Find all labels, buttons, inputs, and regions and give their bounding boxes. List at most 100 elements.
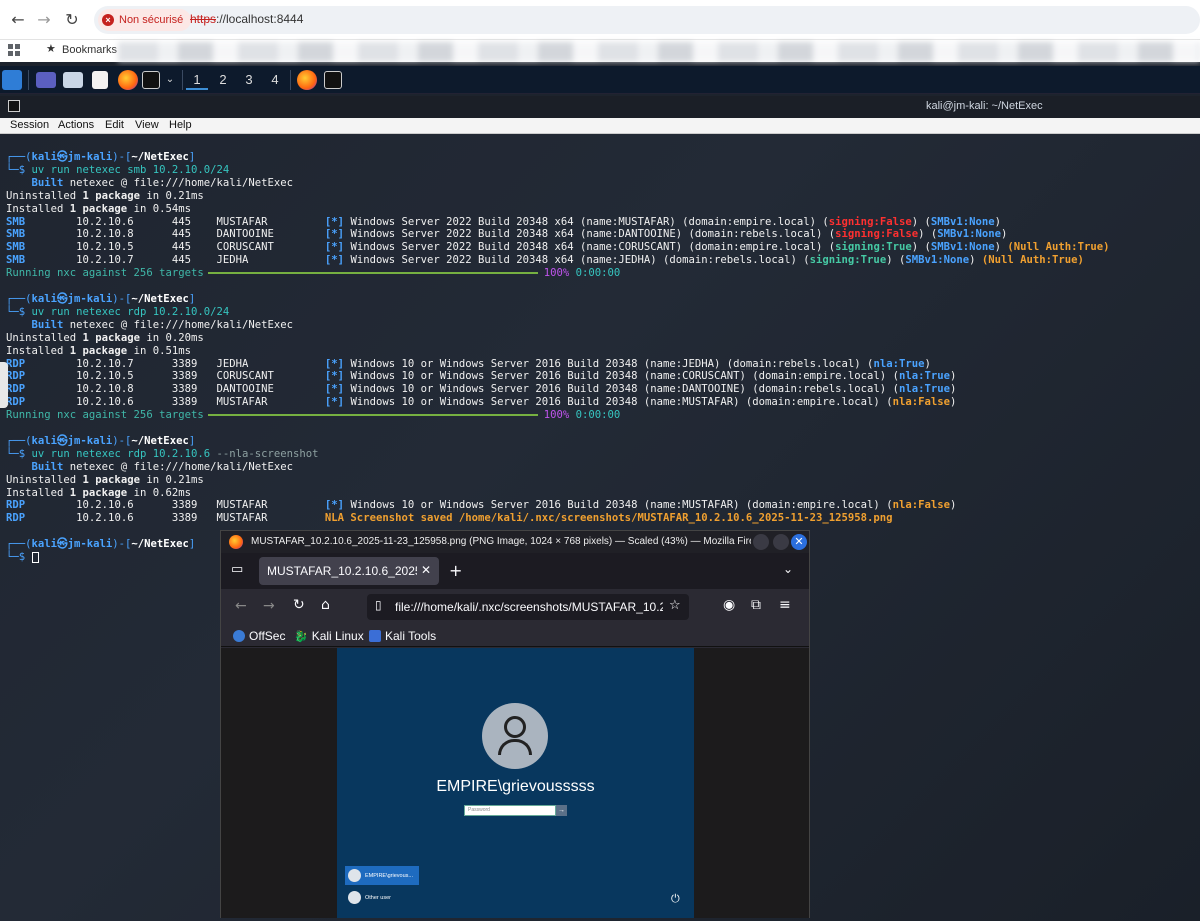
terminal-icon[interactable] — [142, 71, 160, 89]
menu-session[interactable]: Session — [10, 119, 49, 131]
star-icon[interactable]: ☆ — [669, 598, 681, 613]
menu-actions[interactable]: Actions — [58, 119, 94, 131]
menu-help[interactable]: Help — [169, 119, 192, 131]
terminal-window-icon — [8, 100, 20, 112]
security-chip[interactable]: × Non sécurisé — [98, 9, 192, 31]
security-chip-label: Non sécurisé — [119, 14, 184, 26]
side-panel-handle[interactable] — [0, 362, 8, 408]
firefox-task-icon[interactable] — [297, 70, 317, 90]
bookmark-offsec[interactable]: OffSec — [233, 629, 285, 643]
firefox-window: MUSTAFAR_10.2.10.6_2025-11-23_125958.png… — [220, 530, 810, 918]
maximize-button[interactable] — [773, 534, 789, 550]
install-line: Installed 1 package in 0.54ms — [6, 202, 191, 215]
back-icon[interactable]: ← — [235, 598, 247, 614]
close-window-button[interactable]: ✕ — [791, 534, 807, 550]
user-icon — [348, 891, 361, 904]
firefox-icon[interactable] — [118, 70, 138, 90]
workspace-1[interactable]: 1 — [186, 70, 208, 90]
power-icon: ⏻ — [671, 892, 680, 905]
command-line: └─$ uv run netexec rdp 10.2.10.0/24 — [6, 305, 230, 318]
new-tab-icon[interactable]: + — [449, 561, 462, 580]
smb-result-row: SMB 10.2.10.7 445 JEDHA [*] Windows Serv… — [6, 254, 1084, 267]
workspace-3[interactable]: 3 — [238, 70, 260, 90]
rdp-result-row: RDP 10.2.10.6 3389 MUSTAFAR [*] Windows … — [6, 396, 957, 409]
install-line: Installed 1 package in 0.62ms — [6, 486, 191, 499]
smb-result-row: SMB 10.2.10.5 445 CORUSCANT [*] Windows … — [6, 241, 1110, 254]
build-line: Built netexec @ file:///home/kali/NetExe… — [31, 460, 294, 473]
blurred-bookmarks — [118, 42, 1200, 62]
progress-bar — [207, 272, 538, 275]
bookmark-kali-linux[interactable]: 🐉 Kali Linux — [294, 629, 364, 643]
workspace-4[interactable]: 4 — [264, 70, 286, 90]
reload-icon[interactable]: ↻ — [293, 597, 305, 613]
menu-edit[interactable]: Edit — [105, 119, 124, 131]
rdp-login-screenshot: EMPIRE\grievousssss Password → EMPIRE\gr… — [337, 648, 694, 918]
build-line: Built netexec @ file:///home/kali/NetExe… — [31, 176, 294, 189]
progress-line: Running nxc against 256 targets 100% 0:00… — [6, 267, 621, 280]
account-icon[interactable]: ◉ — [723, 597, 735, 613]
tab-close-icon[interactable]: ✕ — [421, 563, 431, 577]
firefox-bookmarks-bar: OffSec 🐉 Kali Linux Kali Tools — [221, 625, 809, 647]
rdp-result-row: RDP 10.2.10.7 3389 JEDHA [*] Windows 10 … — [6, 357, 931, 370]
terminal-titlebar: kali@jm-kali: ~/NetExec — [0, 96, 1200, 118]
prompt-line: ┌──(kali㉿jm-kali)-[~/NetExec] — [6, 292, 196, 305]
password-field: Password — [464, 805, 556, 816]
menu-view[interactable]: View — [135, 119, 159, 131]
terminal-task-icon[interactable] — [324, 71, 342, 89]
bookmark-kali-tools[interactable]: Kali Tools — [369, 629, 436, 643]
chevron-down-icon[interactable]: ⌄ — [162, 70, 178, 90]
chevron-down-icon[interactable]: ⌄ — [783, 562, 793, 576]
firefox-titlebar: MUSTAFAR_10.2.10.6_2025-11-23_125958.png… — [221, 531, 809, 553]
tab-label: MUSTAFAR_10.2.10.6_2025- — [267, 564, 417, 578]
firefox-tabbar: ▭ MUSTAFAR_10.2.10.6_2025- ✕ + ⌄ — [221, 553, 809, 589]
firefox-window-title: MUSTAFAR_10.2.10.6_2025-11-23_125958.png… — [251, 536, 751, 547]
rdp-result-row: RDP 10.2.10.5 3389 CORUSCANT [*] Windows… — [6, 370, 957, 383]
extensions-icon[interactable]: ⧉ — [751, 597, 761, 613]
menu-icon[interactable]: ≡ — [779, 597, 791, 613]
desktop-panel: ⌄ 1 2 3 4 — [0, 66, 1200, 94]
file-manager-icon[interactable] — [63, 72, 83, 88]
terminal-menubar: Session Actions Edit View Help — [0, 118, 1200, 134]
terminal-output: ┌──(kali㉿jm-kali)-[~/NetExec] └─$ uv run … — [6, 151, 1109, 564]
login-username: EMPIRE\grievousssss — [436, 778, 595, 795]
show-desktop-icon[interactable] — [36, 72, 56, 88]
address-bar[interactable]: × Non sécurisé https://localhost:8444 — [94, 6, 1200, 34]
account-other: Other user — [345, 888, 419, 907]
tab-screenshot[interactable]: MUSTAFAR_10.2.10.6_2025- ✕ — [259, 557, 439, 585]
kali-menu-icon[interactable] — [2, 70, 22, 90]
home-icon[interactable]: ⌂ — [321, 597, 330, 613]
smb-result-row: SMB 10.2.10.8 445 DANTOOINE [*] Windows … — [6, 228, 1008, 241]
rdp-result-row: RDP 10.2.10.6 3389 MUSTAFAR [*] Windows … — [6, 499, 957, 512]
warning-icon: × — [102, 14, 114, 26]
uninstall-line: Uninstalled 1 package in 0.21ms — [6, 189, 204, 202]
reload-icon[interactable]: ↻ — [60, 8, 84, 32]
user-avatar — [482, 703, 548, 769]
kali-tools-icon — [369, 630, 381, 642]
account-selected: EMPIRE\grievous... — [345, 866, 419, 885]
image-viewer: EMPIRE\grievousssss Password → EMPIRE\gr… — [221, 648, 809, 918]
bookmarks-button[interactable]: Bookmarks — [62, 44, 117, 56]
firefox-url-bar[interactable]: ▯ file:///home/kali/.nxc/screenshots/MUS… — [367, 594, 689, 620]
terminal-cursor — [31, 551, 39, 563]
workspace-2[interactable]: 2 — [212, 70, 234, 90]
rdp-result-row: RDP 10.2.10.8 3389 DANTOOINE [*] Windows… — [6, 383, 957, 396]
firefox-navbar: ← → ↻ ⌂ ▯ file:///home/kali/.nxc/screens… — [221, 589, 809, 625]
uninstall-line: Uninstalled 1 package in 0.20ms — [6, 331, 204, 344]
firefox-logo-icon — [229, 535, 243, 549]
install-line: Installed 1 package in 0.51ms — [6, 344, 191, 357]
tab-list-icon[interactable]: ▭ — [231, 562, 243, 577]
command-line: └─$ uv run netexec smb 10.2.10.0/24 — [6, 163, 230, 176]
bookmarks-bar: ★ Bookmarks — [0, 40, 1200, 62]
forward-icon[interactable]: → — [263, 598, 275, 614]
apps-icon[interactable] — [8, 44, 20, 56]
back-icon[interactable]: ← — [6, 8, 30, 32]
prompt-line: ┌──(kali㉿jm-kali)-[~/NetExec] — [6, 151, 196, 163]
progress-bar — [207, 414, 538, 417]
user-icon — [348, 869, 361, 882]
browser-toolbar: ← → ↻ × Non sécurisé https://localhost:8… — [0, 0, 1200, 40]
build-line: Built netexec @ file:///home/kali/NetExe… — [31, 318, 294, 331]
prompt-line: ┌──(kali㉿jm-kali)-[~/NetExec] — [6, 434, 196, 447]
text-editor-icon[interactable] — [92, 71, 108, 89]
forward-icon[interactable]: → — [32, 8, 56, 32]
minimize-button[interactable] — [753, 534, 769, 550]
